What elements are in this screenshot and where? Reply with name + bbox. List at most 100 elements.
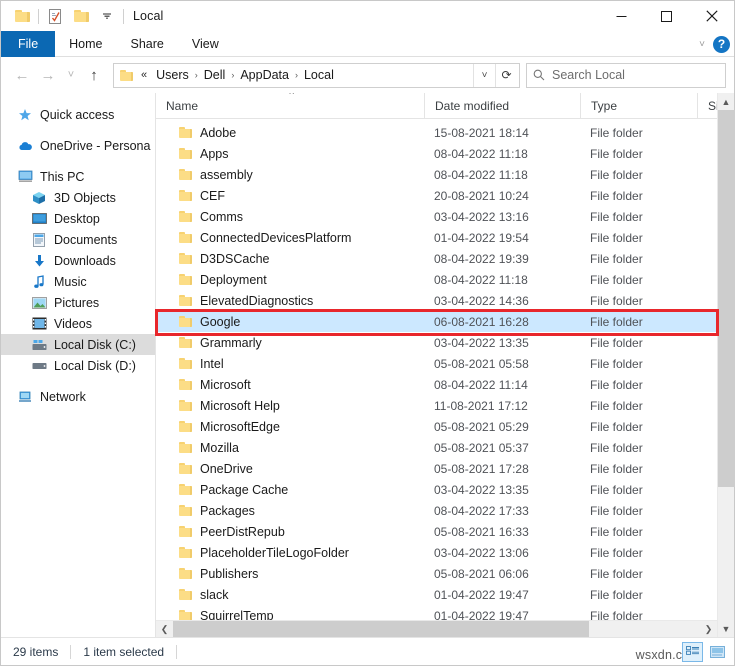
folder-icon bbox=[179, 463, 192, 474]
sidebar-item-quick-access[interactable]: Quick access bbox=[1, 104, 155, 125]
vscroll-track[interactable] bbox=[718, 110, 734, 620]
tab-share[interactable]: Share bbox=[117, 31, 178, 57]
sidebar-item-label: Desktop bbox=[54, 212, 100, 226]
properties-icon[interactable] bbox=[42, 3, 68, 29]
minimize-button[interactable] bbox=[599, 1, 644, 31]
sidebar-item-local-disk-c[interactable]: Local Disk (C:) bbox=[1, 334, 155, 355]
scroll-left-icon[interactable]: ❮ bbox=[156, 621, 173, 637]
tab-file[interactable]: File bbox=[1, 31, 55, 57]
table-row[interactable]: Mozilla05-08-2021 05:37File folder bbox=[156, 437, 717, 458]
scroll-down-icon[interactable]: ▼ bbox=[718, 620, 734, 637]
table-row[interactable]: assembly08-04-2022 11:18File folder bbox=[156, 164, 717, 185]
column-header-type[interactable]: Type bbox=[580, 93, 697, 119]
table-row[interactable]: Packages08-04-2022 17:33File folder bbox=[156, 500, 717, 521]
details-view-icon[interactable] bbox=[682, 642, 703, 662]
cell-date-modified: 05-08-2021 05:29 bbox=[424, 416, 580, 437]
hscroll-track[interactable] bbox=[173, 621, 700, 637]
table-row[interactable]: Apps08-04-2022 11:18File folder bbox=[156, 143, 717, 164]
tab-home[interactable]: Home bbox=[55, 31, 116, 57]
maximize-button[interactable] bbox=[644, 1, 689, 31]
table-row[interactable]: Intel05-08-2021 05:58File folder bbox=[156, 353, 717, 374]
chevron-down-icon[interactable] bbox=[94, 3, 120, 29]
explorer-body: Quick access OneDrive - Persona bbox=[1, 93, 734, 637]
table-row[interactable]: PlaceholderTileLogoFolder03-04-2022 13:0… bbox=[156, 542, 717, 563]
table-row[interactable]: Comms03-04-2022 13:16File folder bbox=[156, 206, 717, 227]
vertical-scrollbar[interactable]: ▲ ▼ bbox=[717, 93, 734, 637]
sidebar-item-local-disk-d[interactable]: Local Disk (D:) bbox=[1, 355, 155, 376]
sidebar-item-3d-objects[interactable]: 3D Objects bbox=[1, 187, 155, 208]
breadcrumb-item-local[interactable]: Local bbox=[299, 68, 339, 82]
cell-size bbox=[697, 563, 717, 584]
sidebar-item-this-pc[interactable]: This PC bbox=[1, 166, 155, 187]
sidebar-item-documents[interactable]: Documents bbox=[1, 229, 155, 250]
help-icon[interactable]: ? bbox=[713, 36, 730, 53]
tab-view[interactable]: View bbox=[178, 31, 233, 57]
table-row[interactable]: OneDrive05-08-2021 17:28File folder bbox=[156, 458, 717, 479]
file-name-label: PeerDistRepub bbox=[200, 525, 285, 539]
folder-icon bbox=[179, 274, 192, 285]
table-row[interactable]: Grammarly03-04-2022 13:35File folder bbox=[156, 332, 717, 353]
sidebar-item-desktop[interactable]: Desktop bbox=[1, 208, 155, 229]
window-title: Local bbox=[133, 9, 163, 23]
network-icon bbox=[17, 389, 33, 405]
cell-name: Apps bbox=[156, 143, 424, 164]
sidebar-item-onedrive[interactable]: OneDrive - Persona bbox=[1, 135, 155, 156]
sidebar-item-label: Quick access bbox=[40, 108, 114, 122]
breadcrumb-bar[interactable]: « Users › Dell › AppData › Local ˅ ⟳ bbox=[113, 63, 520, 88]
column-header-date-modified[interactable]: Date modified bbox=[424, 93, 580, 119]
cube-icon bbox=[31, 190, 47, 206]
vscroll-thumb[interactable] bbox=[718, 110, 735, 487]
large-icons-view-icon[interactable] bbox=[707, 642, 728, 662]
table-row[interactable]: MicrosoftEdge05-08-2021 05:29File folder bbox=[156, 416, 717, 437]
sidebar-item-pictures[interactable]: Pictures bbox=[1, 292, 155, 313]
breadcrumb-item-appdata[interactable]: AppData bbox=[235, 68, 294, 82]
cell-date-modified: 03-04-2022 13:16 bbox=[424, 206, 580, 227]
forward-button[interactable]: → bbox=[35, 62, 61, 88]
previous-locations-button[interactable]: ˅ bbox=[473, 64, 495, 87]
table-row[interactable]: Package Cache03-04-2022 13:35File folder bbox=[156, 479, 717, 500]
chevron-down-icon[interactable]: ˅ bbox=[699, 39, 705, 50]
table-row[interactable]: PeerDistRepub05-08-2021 16:33File folder bbox=[156, 521, 717, 542]
sidebar-item-label: Documents bbox=[54, 233, 117, 247]
refresh-icon[interactable]: ⟳ bbox=[495, 64, 517, 87]
back-button[interactable]: ← bbox=[9, 62, 35, 88]
table-row[interactable]: Deployment08-04-2022 11:18File folder bbox=[156, 269, 717, 290]
sidebar-item-videos[interactable]: Videos bbox=[1, 313, 155, 334]
sidebar-item-music[interactable]: Music bbox=[1, 271, 155, 292]
table-row[interactable]: SquirrelTemp01-04-2022 19:47File folder bbox=[156, 605, 717, 620]
breadcrumb-overflow-icon[interactable]: « bbox=[135, 69, 151, 81]
table-row[interactable]: ElevatedDiagnostics03-04-2022 14:36File … bbox=[156, 290, 717, 311]
folder-icon[interactable] bbox=[9, 3, 35, 29]
hscroll-thumb[interactable] bbox=[173, 621, 589, 638]
table-row[interactable]: Publishers05-08-2021 06:06File folder bbox=[156, 563, 717, 584]
cell-type: File folder bbox=[580, 143, 697, 164]
horizontal-scrollbar[interactable]: ❮ ❯ bbox=[156, 620, 717, 637]
up-button[interactable]: ↑ bbox=[81, 62, 107, 88]
cell-date-modified: 05-08-2021 05:58 bbox=[424, 353, 580, 374]
scroll-right-icon[interactable]: ❯ bbox=[700, 621, 717, 637]
table-row[interactable]: CEF20-08-2021 10:24File folder bbox=[156, 185, 717, 206]
cell-size bbox=[697, 500, 717, 521]
table-row[interactable]: Microsoft Help11-08-2021 17:12File folde… bbox=[156, 395, 717, 416]
search-input[interactable]: Search Local bbox=[526, 63, 726, 88]
cell-date-modified: 08-04-2022 11:18 bbox=[424, 164, 580, 185]
new-folder-icon[interactable] bbox=[68, 3, 94, 29]
cell-size bbox=[697, 353, 717, 374]
sidebar-item-network[interactable]: Network bbox=[1, 386, 155, 407]
table-row[interactable]: slack01-04-2022 19:47File folder bbox=[156, 584, 717, 605]
sidebar-item-downloads[interactable]: Downloads bbox=[1, 250, 155, 271]
table-row[interactable]: Adobe15-08-2021 18:14File folder bbox=[156, 122, 717, 143]
cell-type: File folder bbox=[580, 458, 697, 479]
breadcrumb-item-users[interactable]: Users bbox=[151, 68, 194, 82]
folder-icon bbox=[179, 442, 192, 453]
recent-locations-button[interactable]: ˅ bbox=[61, 62, 81, 88]
table-row[interactable]: ConnectedDevicesPlatform01-04-2022 19:54… bbox=[156, 227, 717, 248]
close-button[interactable] bbox=[689, 1, 734, 31]
column-header-size[interactable]: Size bbox=[697, 93, 717, 119]
table-row[interactable]: D3DSCache08-04-2022 19:39File folder bbox=[156, 248, 717, 269]
table-row[interactable]: Microsoft08-04-2022 11:14File folder bbox=[156, 374, 717, 395]
column-header-name[interactable]: Name ˄ bbox=[156, 93, 424, 119]
breadcrumb-item-dell[interactable]: Dell bbox=[199, 68, 231, 82]
table-row[interactable]: Google06-08-2021 16:28File folder bbox=[156, 311, 717, 332]
scroll-up-icon[interactable]: ▲ bbox=[718, 93, 734, 110]
